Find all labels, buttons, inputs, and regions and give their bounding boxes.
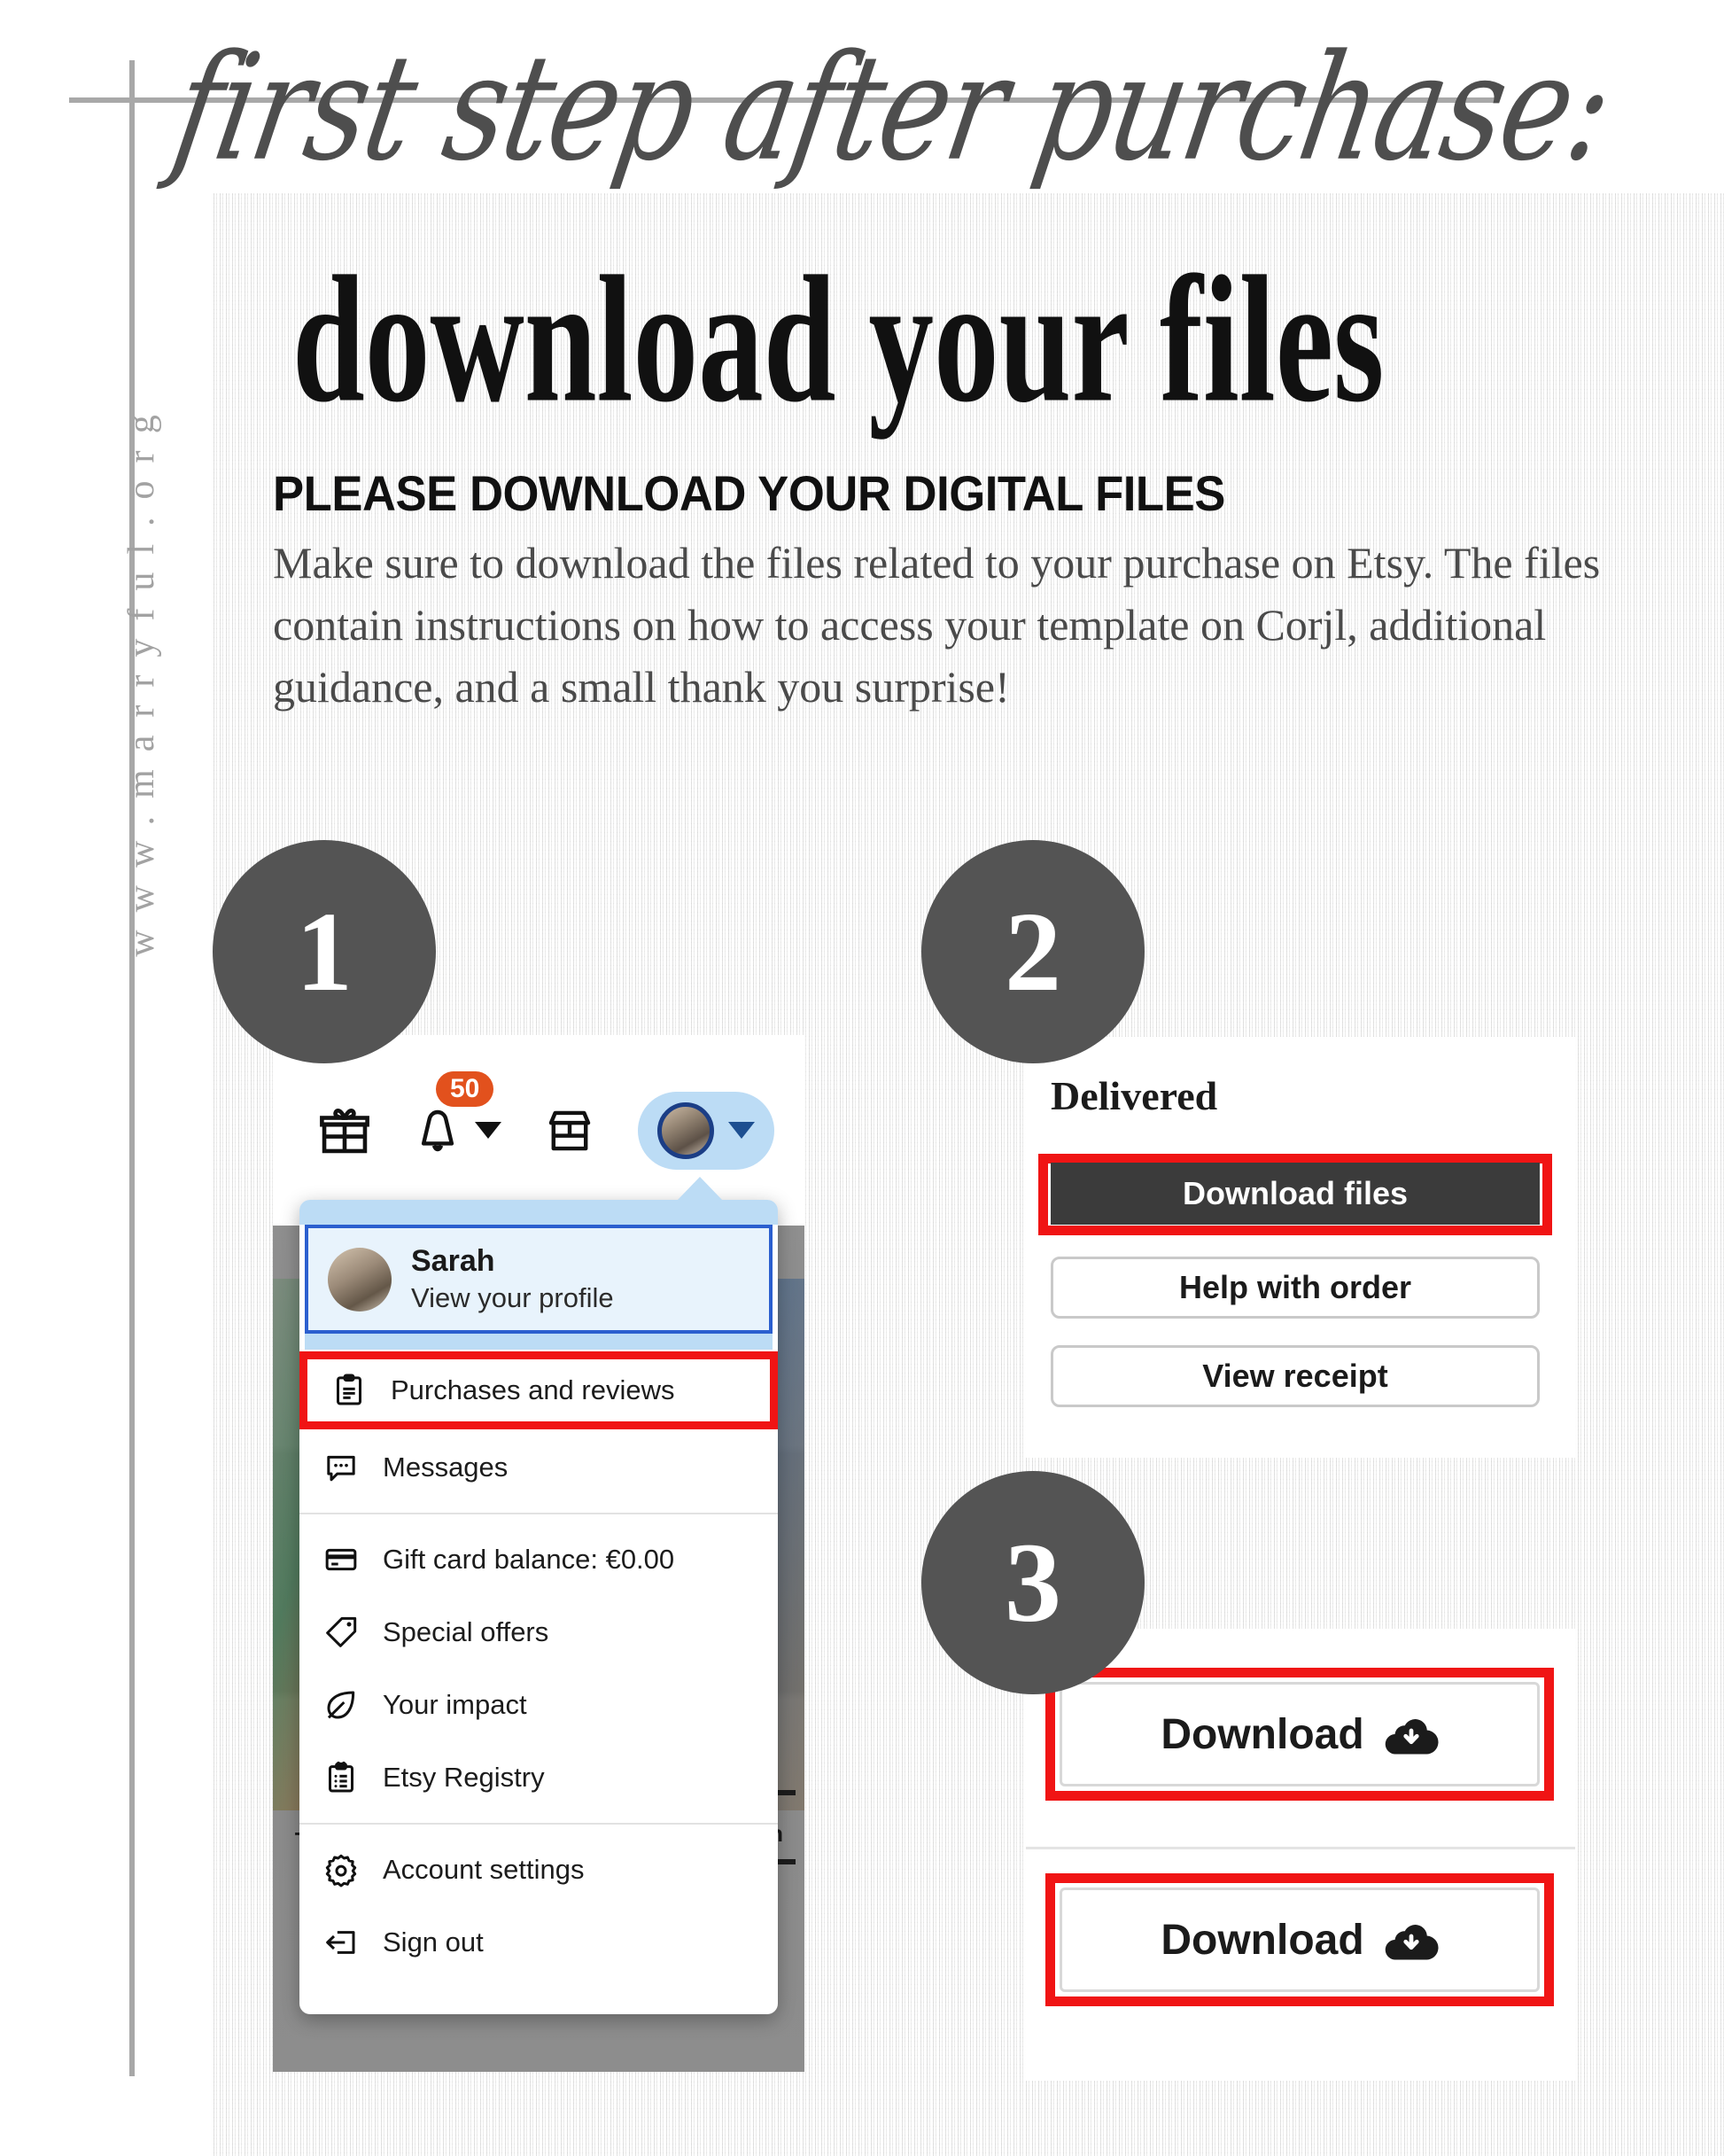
menu-item-messages[interactable]: Messages (299, 1431, 778, 1504)
dropdown-top-strip (299, 1200, 778, 1225)
download-files-button-label: Download files (1182, 1175, 1409, 1211)
account-dropdown-menu: Sarah View your profile Purchases and re… (299, 1177, 778, 2014)
sign-out-icon (322, 1924, 360, 1961)
step1-screenshot: + n an 50 (273, 1035, 804, 2072)
step-number-3-label: 3 (1005, 1520, 1061, 1646)
page-title: download your files (292, 237, 1385, 440)
profile-menu-item[interactable]: Sarah View your profile (305, 1225, 773, 1334)
menu-item-label: Etsy Registry (383, 1762, 545, 1793)
shop-icon[interactable] (544, 1106, 595, 1156)
step-number-1: 1 (213, 840, 436, 1063)
menu-item-gift-card-balance[interactable]: Gift card balance: €0.00 (299, 1523, 778, 1596)
menu-item-account-settings[interactable]: Account settings (299, 1833, 778, 1906)
poster-canvas: www.marryful.org first step after purcha… (0, 0, 1724, 2156)
step3-download-panel: Download Download (1026, 1629, 1575, 2081)
menu-item-etsy-registry[interactable]: Etsy Registry (299, 1741, 778, 1814)
menu-item-label: Gift card balance: €0.00 (383, 1544, 675, 1575)
step-number-2: 2 (921, 840, 1145, 1063)
profile-subtitle: View your profile (411, 1282, 614, 1313)
etsy-header-iconbar: 50 (273, 1035, 804, 1226)
clipboard-icon (330, 1372, 368, 1409)
download-button-2-label: Download (1161, 1916, 1364, 1964)
menu-item-your-impact[interactable]: Your impact (299, 1669, 778, 1741)
menu-item-label: Purchases and reviews (391, 1374, 675, 1405)
step-number-3: 3 (921, 1471, 1145, 1694)
profile-name: Sarah (411, 1244, 495, 1278)
dropdown-bottom-pad (299, 1979, 778, 2014)
menu-item-label: Special offers (383, 1616, 549, 1647)
menu-divider (299, 1823, 778, 1825)
account-menu-button[interactable] (638, 1091, 774, 1170)
menu-item-label: Messages (383, 1452, 509, 1483)
menu-divider (299, 1513, 778, 1514)
step-number-2-label: 2 (1005, 889, 1061, 1015)
gear-icon (322, 1851, 360, 1888)
gift-icon[interactable] (319, 1105, 370, 1156)
menu-item-label: Account settings (383, 1854, 585, 1885)
price-tag-icon (322, 1614, 360, 1651)
download-button-2[interactable]: Download (1060, 1887, 1540, 1992)
script-heading: first step after purchase: (162, 23, 1624, 194)
leaf-icon (322, 1686, 360, 1724)
cloud-download-icon (1384, 1918, 1439, 1962)
menu-item-purchases-and-reviews[interactable]: Purchases and reviews (299, 1351, 778, 1429)
help-with-order-button[interactable]: Help with order (1051, 1257, 1540, 1319)
avatar (657, 1101, 714, 1159)
panel-divider (1026, 1847, 1575, 1849)
bell-icon (413, 1105, 462, 1156)
section-subheading: PLEASE DOWNLOAD YOUR DIGITAL FILES (273, 465, 1225, 521)
message-bubble-icon (322, 1449, 360, 1486)
menu-item-label: Sign out (383, 1926, 484, 1958)
menu-item-special-offers[interactable]: Special offers (299, 1596, 778, 1669)
menu-item-sign-out[interactable]: Sign out (299, 1906, 778, 1979)
chevron-down-icon (475, 1122, 501, 1139)
dropdown-strip (305, 1334, 773, 1350)
credit-card-icon (322, 1541, 360, 1578)
help-with-order-button-label: Help with order (1178, 1269, 1412, 1305)
download-files-button[interactable]: Download files (1051, 1163, 1540, 1225)
dropdown-pointer (677, 1177, 723, 1201)
view-receipt-button-label: View receipt (1202, 1358, 1388, 1394)
notifications-bell[interactable]: 50 (413, 1070, 501, 1156)
cloud-download-icon (1384, 1712, 1439, 1756)
status-badge: Delivered (1051, 1073, 1218, 1118)
download-button-1-label: Download (1161, 1710, 1364, 1758)
registry-clipboard-icon (322, 1759, 360, 1796)
avatar (328, 1247, 392, 1312)
intro-paragraph: Make sure to download the files related … (273, 538, 1601, 712)
view-receipt-button[interactable]: View receipt (1051, 1345, 1540, 1407)
step2-order-panel: Delivered Download files Help with order… (1026, 1037, 1575, 1458)
notification-badge: 50 (436, 1070, 494, 1107)
vertical-website-url: www.marryful.org (121, 397, 162, 957)
menu-item-label: Your impact (383, 1689, 527, 1720)
step-number-1-label: 1 (296, 889, 353, 1015)
download-button-1[interactable]: Download (1060, 1682, 1540, 1786)
chevron-down-icon (728, 1122, 755, 1139)
